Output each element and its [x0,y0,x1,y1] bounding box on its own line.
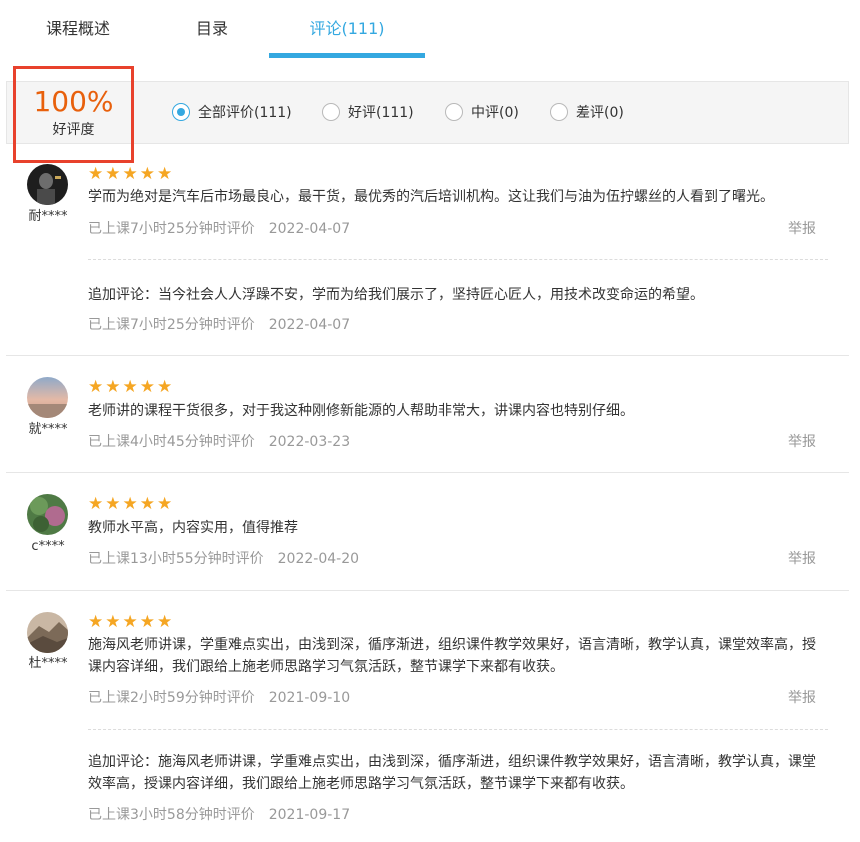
filter-all[interactable]: 全部评价(111) [172,101,292,123]
filter-all-label: 全部评价(111) [198,105,292,121]
rating-score-highlight: 100% 好评度 [13,66,134,163]
active-tab-indicator [269,53,425,58]
positive-rate-value: 100% [33,85,114,118]
rating-stars: ★★★★★ [88,377,175,397]
user-name: 耐**** [28,209,68,224]
review-text: 老师讲的课程干货很多，对于我这种刚修新能源的人帮助非常大，讲课内容也特别仔细。 [88,403,634,419]
avatar-image-icon [27,164,68,205]
filter-neutral[interactable]: 中评(0) [445,101,519,123]
report-link[interactable]: 举报 [788,549,816,569]
filter-negative[interactable]: 差评(0) [550,101,624,123]
user-avatar [27,494,68,535]
study-time: 已上课4小时45分钟时评价 [88,434,255,450]
user-name: 就**** [28,422,68,437]
review-text: 施海风老师讲课，学重难点实出，由浅到深，循序渐进，组织课件教学效果好，语言清晰，… [88,637,816,675]
radio-icon[interactable] [322,103,340,121]
review-text: 学而为绝对是汽车后市场最良心，最干货，最优秀的汽后培训机构。这让我们与油为伍拧螺… [88,189,774,205]
study-time: 已上课2小时59分钟时评价 [88,690,255,706]
followup-divider [88,729,828,730]
user-avatar [27,164,68,205]
review-date: 2022-04-07 [268,221,351,237]
user-avatar [27,377,68,418]
review-date: 2022-04-07 [268,317,351,333]
review-meta: 已上课13小时55分钟时评价 2022-04-20 [88,549,359,569]
radio-icon[interactable] [445,103,463,121]
tab-comments[interactable]: 评论(111) [269,0,425,58]
followup-divider [88,259,828,260]
review-text: 教师水平高，内容实用，值得推荐 [88,520,298,536]
review-date: 2022-03-23 [268,434,351,450]
review-date: 2021-09-10 [268,690,351,706]
review-date: 2021-09-17 [268,807,351,823]
rating-stars: ★★★★★ [88,164,175,184]
review-meta: 已上课2小时59分钟时评价 2021-09-10 [88,688,350,708]
review-date: 2022-04-20 [277,551,360,567]
followup-meta: 已上课7小时25分钟时评价 2022-04-07 [88,315,350,335]
user-name: 杜**** [28,656,68,671]
report-link[interactable]: 举报 [788,219,816,239]
study-time: 已上课13小时55分钟时评价 [88,551,264,567]
tab-overview[interactable]: 课程概述 [18,0,138,58]
avatar-image-icon [27,377,68,418]
filter-negative-label: 差评(0) [576,105,624,121]
study-time: 已上课7小时25分钟时评价 [88,317,255,333]
rating-stars: ★★★★★ [88,494,175,514]
review-separator [6,590,849,591]
avatar-image-icon [27,612,68,653]
filter-neutral-label: 中评(0) [471,105,519,121]
user-name: c**** [31,539,65,554]
study-time: 已上课7小时25分钟时评价 [88,221,255,237]
radio-icon[interactable] [550,103,568,121]
avatar-image-icon [27,494,68,535]
positive-rate-label: 好评度 [52,122,95,138]
tab-catalog[interactable]: 目录 [160,0,264,58]
followup-meta: 已上课3小时58分钟时评价 2021-09-17 [88,805,350,825]
study-time: 已上课3小时58分钟时评价 [88,807,255,823]
report-link[interactable]: 举报 [788,432,816,452]
filter-positive[interactable]: 好评(111) [322,101,414,123]
report-link[interactable]: 举报 [788,688,816,708]
review-meta: 已上课7小时25分钟时评价 2022-04-07 [88,219,350,239]
rating-stars: ★★★★★ [88,612,175,632]
filter-positive-label: 好评(111) [348,105,414,121]
course-tabs: 课程概述 目录 评论(111) [0,0,860,58]
followup-text: 追加评论：施海风老师讲课，学重难点实出，由浅到深，循序渐进，组织课件教学效果好，… [88,754,816,792]
user-avatar [27,612,68,653]
review-separator [6,472,849,473]
review-separator [6,355,849,356]
radio-selected-icon[interactable] [172,103,190,121]
review-meta: 已上课4小时45分钟时评价 2022-03-23 [88,432,350,452]
followup-text: 追加评论：当今社会人人浮躁不安，学而为给我们展示了，坚持匠心匠人，用技术改变命运… [88,287,704,303]
